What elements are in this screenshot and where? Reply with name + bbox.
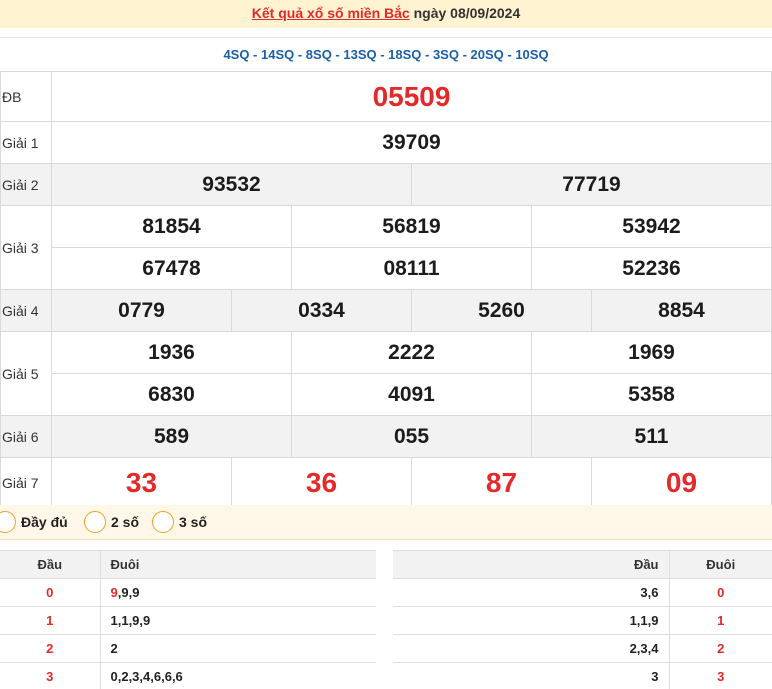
filter-label: 2 số	[111, 514, 140, 530]
filter-2digit-option[interactable]: 2 số	[84, 510, 139, 534]
dau-values: 2,3,4	[393, 634, 670, 663]
header-duoi: Đuôi	[669, 550, 772, 579]
result-title-link[interactable]: Kết quả xổ số miền Bắc	[252, 5, 410, 21]
digit-filter-bar: Đầy đủ 2 số 3 số	[0, 505, 772, 540]
prize-g4-value: 0779	[51, 289, 232, 332]
radio-icon[interactable]	[0, 511, 16, 533]
row-g2: Giải 2 93532 77719	[0, 163, 772, 206]
table-header: Đầu Đuôi	[0, 550, 376, 579]
filter-label: 3 số	[179, 514, 208, 530]
prize-db-value: 05509	[51, 71, 772, 122]
rest-values: 2	[110, 641, 118, 656]
duoi-values: 1,1,9,9	[100, 606, 376, 635]
duoi-table: Đầu Đuôi 3,6 0 1,1,9 1 2,3,4 2 3 3	[393, 550, 772, 689]
row-g4: Giải 4 0779 0334 5260 8854	[0, 289, 772, 332]
dau-values: 1,1,9	[393, 606, 670, 635]
prize-g3-value: 67478	[51, 247, 292, 290]
duoi-digit: 0	[669, 578, 772, 607]
duoi-digit: 1	[669, 606, 772, 635]
result-date: ngày 08/09/2024	[413, 5, 521, 21]
filter-3digit-option[interactable]: 3 số	[152, 510, 207, 534]
radio-icon[interactable]	[152, 511, 174, 533]
table-row: 2 2	[0, 634, 376, 663]
table-header: Đầu Đuôi	[393, 550, 772, 579]
special-codes: 4SQ - 14SQ - 8SQ - 13SQ - 18SQ - 3SQ - 2…	[0, 37, 772, 71]
filter-full-option[interactable]: Đầy đủ	[0, 510, 68, 534]
header-dau: Đầu	[0, 550, 101, 579]
prize-g5-value: 6830	[51, 373, 292, 416]
duoi-values: 9,9,9	[100, 578, 376, 607]
prize-g6-value: 055	[291, 415, 532, 458]
filter-label: Đầy đủ	[21, 514, 68, 530]
prize-g6-value: 511	[531, 415, 772, 458]
prize-g3-value: 52236	[531, 247, 772, 290]
duoi-digit: 3	[669, 662, 772, 689]
label-g5: Giải 5	[0, 331, 52, 416]
duoi-values: 2	[100, 634, 376, 663]
row-g3b: 67478 08111 52236	[1, 247, 772, 290]
prize-g5-value: 4091	[291, 373, 532, 416]
duoi-digit: 2	[669, 634, 772, 663]
dau-values: 3	[393, 662, 670, 689]
dau-digit: 0	[0, 578, 101, 607]
row-db: ĐB 05509	[0, 71, 772, 122]
prize-g4-value: 8854	[591, 289, 772, 332]
prize-g3-value: 81854	[51, 205, 292, 248]
table-row: 3 3	[393, 662, 772, 689]
rest-values: ,9,9	[117, 585, 140, 600]
prize-g7-value: 09	[591, 457, 772, 508]
header-duoi: Đuôi	[100, 550, 376, 579]
prize-g5-value: 1936	[51, 331, 292, 374]
table-row: 2,3,4 2	[393, 634, 772, 663]
duoi-values: 0,2,3,4,6,6,6	[100, 662, 376, 689]
prize-g3-value: 08111	[291, 247, 532, 290]
dau-digit: 3	[0, 662, 101, 689]
prize-g7-value: 87	[411, 457, 592, 508]
label-g2: Giải 2	[0, 163, 52, 206]
table-row: 3,6 0	[393, 578, 772, 607]
prize-g1-value: 39709	[51, 121, 772, 164]
table-row: 1 1,1,9,9	[0, 606, 376, 635]
dau-digit: 1	[0, 606, 101, 635]
prize-g7-value: 36	[231, 457, 412, 508]
prize-g2-value: 93532	[51, 163, 412, 206]
prize-g2-value: 77719	[411, 163, 772, 206]
label-db: ĐB	[0, 71, 52, 122]
row-g3: Giải 3 81854 56819 53942	[0, 205, 772, 290]
dau-table: Đầu Đuôi 0 9,9,9 1 1,1,9,9 2 2 3 0,2,3,4…	[0, 550, 376, 689]
highlight-value: 9	[110, 585, 118, 600]
rest-values: 1,1,9,9	[110, 613, 151, 628]
row-g5b: 6830 4091 5358	[1, 373, 772, 416]
radio-icon[interactable]	[84, 511, 106, 533]
header-dau: Đầu	[393, 550, 670, 579]
dau-values: 3,6	[393, 578, 670, 607]
prize-g6-value: 589	[51, 415, 292, 458]
row-g5: Giải 5 1936 2222 1969	[0, 331, 772, 416]
table-row: 0 9,9,9	[0, 578, 376, 607]
prize-g5-value: 2222	[291, 331, 532, 374]
dau-digit: 2	[0, 634, 101, 663]
label-g3: Giải 3	[0, 205, 52, 290]
label-g4: Giải 4	[0, 289, 52, 332]
prize-g5-value: 1969	[531, 331, 772, 374]
rest-values: 0,2,3,4,6,6,6	[110, 669, 183, 684]
prize-g3-value: 53942	[531, 205, 772, 248]
label-g1: Giải 1	[0, 121, 52, 164]
row-g6: Giải 6 589 055 511	[0, 415, 772, 458]
table-row: 1,1,9 1	[393, 606, 772, 635]
label-g6: Giải 6	[0, 415, 52, 458]
result-title-bar: Kết quả xổ số miền Bắc ngày 08/09/2024	[0, 0, 772, 28]
prize-g7-value: 33	[51, 457, 232, 508]
row-g1: Giải 1 39709	[0, 121, 772, 164]
row-g7: Giải 7 33 36 87 09	[0, 457, 772, 508]
table-row: 3 0,2,3,4,6,6,6	[0, 662, 376, 689]
results-table: ĐB 05509 Giải 1 39709 Giải 2 93532 77719…	[0, 71, 772, 508]
prize-g4-value: 5260	[411, 289, 592, 332]
prize-g5-value: 5358	[531, 373, 772, 416]
prize-g3-value: 56819	[291, 205, 532, 248]
prize-g4-value: 0334	[231, 289, 412, 332]
label-g7: Giải 7	[0, 457, 52, 508]
